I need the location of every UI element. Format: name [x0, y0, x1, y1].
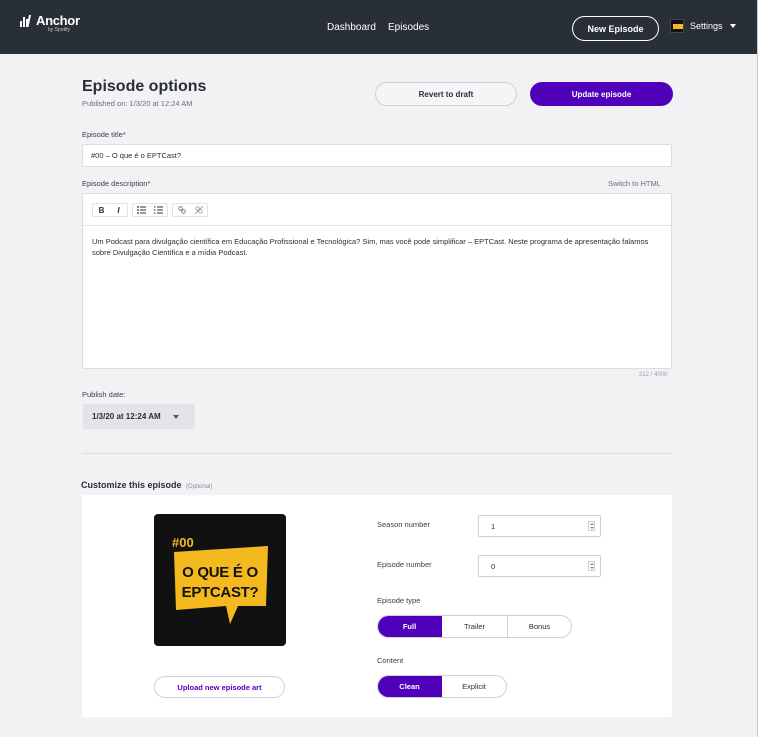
content-clean[interactable]: Clean — [378, 676, 442, 697]
logo-text: Anchor — [36, 13, 80, 28]
page-title: Episode options — [82, 78, 207, 95]
editor-toolbar: B I — [83, 194, 671, 226]
section-divider — [82, 453, 672, 454]
bullet-list-icon[interactable] — [136, 204, 147, 217]
art-title-line-1: O QUE É O — [182, 564, 258, 581]
episode-description-label: Episode description* — [82, 179, 151, 188]
chevron-down-icon — [729, 24, 736, 28]
episode-type-full[interactable]: Full — [378, 616, 442, 637]
anchor-waveform-icon — [20, 14, 31, 27]
content-explicit[interactable]: Explicit — [442, 676, 506, 697]
episode-title-label: Episode title* — [82, 130, 126, 139]
update-episode-button[interactable]: Update episode — [530, 82, 673, 106]
character-count: 212 / 4000 — [639, 372, 668, 378]
episode-number-label: Episode number — [377, 560, 432, 569]
nav-dashboard-link[interactable]: Dashboard — [327, 22, 376, 33]
episode-type-bonus[interactable]: Bonus — [508, 616, 571, 637]
publish-date-label: Publish date: — [82, 390, 126, 399]
link-button-group — [172, 203, 208, 217]
anchor-logo[interactable]: Anchor by Spotify — [20, 13, 80, 33]
episode-number-input[interactable]: 0 — [478, 555, 601, 577]
customize-heading: Customize this episode (Optional) — [81, 480, 212, 490]
episode-type-label: Episode type — [377, 596, 421, 605]
content-toggle: Clean Explicit — [377, 675, 507, 698]
publish-date-select[interactable]: 1/3/20 at 12:24 AM — [83, 404, 195, 429]
customize-heading-text: Customize this episode — [81, 480, 182, 490]
episode-art: #00 O QUE É O EPTCAST? — [154, 514, 286, 646]
episode-type-toggle: Full Trailer Bonus — [377, 615, 572, 638]
podcast-avatar — [670, 19, 684, 33]
season-number-label: Season number — [377, 520, 430, 529]
description-text: Um Podcast para divulgação científica em… — [92, 237, 649, 257]
episode-number-value: 0 — [491, 561, 496, 571]
new-episode-button[interactable]: New Episode — [572, 16, 659, 41]
revert-to-draft-button[interactable]: Revert to draft — [375, 82, 517, 106]
episode-type-trailer[interactable]: Trailer — [442, 616, 508, 637]
settings-menu[interactable]: Settings — [670, 19, 736, 33]
settings-label: Settings — [690, 21, 723, 31]
publish-date-value: 1/3/20 at 12:24 AM — [92, 412, 161, 421]
bold-button[interactable]: B — [96, 204, 107, 217]
upload-episode-art-button[interactable]: Upload new episode art — [154, 676, 285, 698]
stepper-icon[interactable] — [588, 521, 595, 531]
unlink-icon[interactable] — [193, 204, 204, 217]
chevron-down-icon — [172, 414, 179, 419]
format-button-group: B I — [92, 203, 128, 217]
top-nav: Anchor by Spotify Dashboard Episodes New… — [0, 0, 758, 54]
customize-card: #00 O QUE É O EPTCAST? Upload new episod… — [82, 495, 672, 717]
published-date-text: Published on: 1/3/20 at 12:24 AM — [82, 99, 193, 108]
switch-to-html-link[interactable]: Switch to HTML — [608, 179, 661, 188]
stepper-icon[interactable] — [588, 561, 595, 571]
numbered-list-icon[interactable] — [153, 204, 164, 217]
link-icon[interactable] — [176, 204, 187, 217]
description-editor[interactable]: B I Um Podcast para divulgação científic… — [82, 193, 672, 369]
episode-title-input[interactable]: #00 – O que é o EPTCast? — [82, 144, 672, 167]
art-episode-number: #00 — [172, 535, 194, 550]
optional-tag: (Optional) — [186, 484, 213, 490]
season-number-input[interactable]: 1 — [478, 515, 601, 537]
list-button-group — [132, 203, 168, 217]
italic-button[interactable]: I — [113, 204, 124, 217]
season-number-value: 1 — [491, 521, 496, 531]
content-label: Content — [377, 656, 404, 665]
nav-episodes-link[interactable]: Episodes — [388, 22, 429, 33]
art-title-line-2: EPTCAST? — [181, 584, 259, 601]
